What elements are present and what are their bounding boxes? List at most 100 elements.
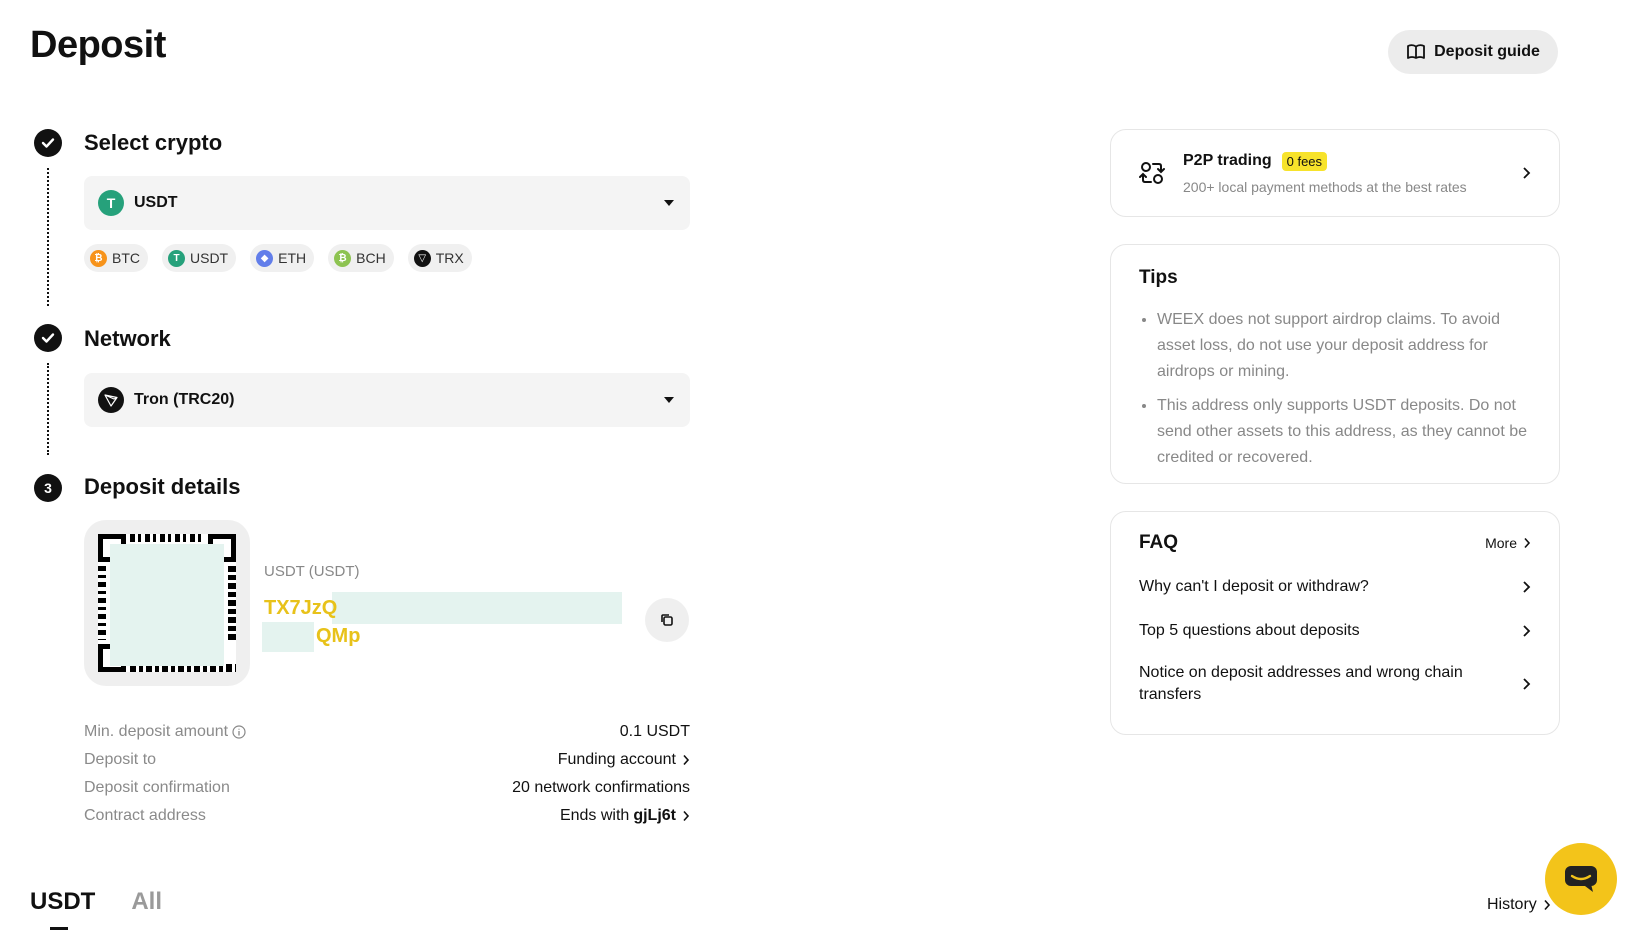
p2p-trading-card[interactable]: P2P trading 0 fees 200+ local payment me… bbox=[1110, 129, 1560, 217]
chip-bch[interactable]: ₿ BCH bbox=[328, 244, 394, 272]
chip-label: TRX bbox=[435, 250, 464, 266]
page-title: Deposit bbox=[30, 24, 166, 66]
bch-logo-icon: ₿ bbox=[334, 249, 352, 267]
tips-title: Tips bbox=[1139, 267, 1178, 288]
info-value: 0.1 USDT bbox=[619, 723, 690, 740]
tip-item: WEEX does not support airdrop claims. To… bbox=[1157, 307, 1531, 385]
tab-all[interactable]: All bbox=[131, 888, 162, 916]
chip-eth[interactable]: ◆ ETH bbox=[250, 244, 315, 272]
p2p-title: P2P trading bbox=[1183, 152, 1272, 169]
eth-logo-icon: ◆ bbox=[256, 249, 274, 267]
chip-usdt[interactable]: T USDT bbox=[162, 244, 237, 272]
deposit-address-line1: TX7JzQ bbox=[264, 597, 338, 619]
step-2-check-icon bbox=[34, 324, 62, 352]
qr-redaction bbox=[110, 544, 224, 666]
trx-logo-icon: ▽ bbox=[413, 249, 431, 267]
chevron-right-icon bbox=[1522, 677, 1531, 691]
deposit-guide-button[interactable]: Deposit guide bbox=[1388, 30, 1558, 74]
info-row-min-deposit: Min. deposit amount 0.1 USDT bbox=[84, 721, 690, 743]
chevron-right-icon bbox=[682, 754, 690, 766]
history-label: History bbox=[1487, 896, 1537, 913]
info-key: Deposit confirmation bbox=[84, 779, 230, 796]
book-open-icon bbox=[1406, 43, 1426, 61]
info-value-prefix: Ends with bbox=[559, 807, 630, 824]
copy-address-button[interactable] bbox=[645, 598, 689, 642]
deposit-guide-label: Deposit guide bbox=[1434, 43, 1540, 60]
history-tabs: USDT All bbox=[30, 888, 162, 930]
address-redaction bbox=[332, 592, 622, 624]
info-circle-icon[interactable] bbox=[232, 725, 246, 739]
tip-item: This address only supports USDT deposits… bbox=[1157, 393, 1531, 471]
qr-module-strip bbox=[98, 566, 106, 640]
support-chat-button[interactable] bbox=[1545, 843, 1617, 915]
deposit-address[interactable]: TX7JzQ QMp bbox=[264, 594, 360, 650]
network-select-value: Tron (TRC20) bbox=[134, 391, 235, 408]
usdt-logo-icon: T bbox=[168, 249, 185, 267]
info-row-confirmation: Deposit confirmation 20 network confirma… bbox=[84, 777, 690, 799]
tab-usdt[interactable]: USDT bbox=[30, 888, 95, 930]
deposit-to-link[interactable]: Funding account bbox=[558, 751, 690, 769]
usdt-logo-icon: T bbox=[98, 190, 124, 216]
chevron-right-icon bbox=[1522, 624, 1531, 638]
crypto-select-value: USDT bbox=[134, 194, 178, 211]
faq-item[interactable]: Top 5 questions about deposits bbox=[1139, 620, 1531, 642]
chip-label: USDT bbox=[190, 250, 229, 266]
chevron-right-icon bbox=[1543, 899, 1551, 911]
faq-card: FAQ More Why can't I deposit or withdraw… bbox=[1110, 511, 1560, 735]
qr-module-strip bbox=[130, 534, 204, 542]
tips-card: Tips WEEX does not support airdrop claim… bbox=[1110, 244, 1560, 484]
contract-address-link[interactable]: Ends with gjLj6t bbox=[560, 807, 690, 825]
quick-coin-chips: ₿ BTC T USDT ◆ ETH ₿ BCH ▽ TRX bbox=[84, 244, 472, 272]
chip-label: BTC bbox=[112, 250, 140, 266]
chat-icon bbox=[1563, 864, 1599, 894]
chip-label: ETH bbox=[278, 250, 307, 266]
deposit-qr-code bbox=[98, 534, 236, 672]
step-connector bbox=[47, 168, 49, 306]
p2p-exchange-icon bbox=[1139, 160, 1165, 186]
info-value: Funding account bbox=[557, 751, 676, 768]
crypto-select[interactable]: T USDT bbox=[84, 176, 690, 230]
step-connector bbox=[47, 363, 49, 455]
step-network-label: Network bbox=[84, 326, 171, 351]
faq-item[interactable]: Why can't I deposit or withdraw? bbox=[1139, 576, 1531, 598]
chip-label: BCH bbox=[356, 250, 386, 266]
faq-item[interactable]: Notice on deposit addresses and wrong ch… bbox=[1139, 662, 1531, 706]
chevron-right-icon bbox=[1522, 580, 1531, 594]
tips-list: WEEX does not support airdrop claims. To… bbox=[1139, 307, 1531, 471]
chip-trx[interactable]: ▽ TRX bbox=[407, 244, 472, 272]
info-value: 20 network confirmations bbox=[512, 779, 690, 796]
caret-down-icon bbox=[664, 397, 674, 403]
history-link[interactable]: History bbox=[1487, 896, 1551, 914]
step-3-number: 3 bbox=[34, 474, 62, 502]
step-select-crypto-label: Select crypto bbox=[84, 130, 223, 155]
network-select[interactable]: Tron (TRC20) bbox=[84, 373, 690, 427]
faq-more-link[interactable]: More bbox=[1485, 535, 1531, 551]
address-coin-label: USDT (USDT) bbox=[264, 563, 360, 580]
more-label: More bbox=[1485, 535, 1517, 551]
faq-title: FAQ bbox=[1139, 532, 1179, 553]
step-deposit-details-label: Deposit details bbox=[84, 474, 241, 499]
deposit-address-line2: QMp bbox=[316, 625, 361, 647]
faq-question: Why can't I deposit or withdraw? bbox=[1139, 578, 1369, 595]
info-key: Contract address bbox=[84, 807, 206, 824]
step-1-check-icon bbox=[34, 129, 62, 157]
faq-question: Top 5 questions about deposits bbox=[1139, 622, 1360, 639]
qr-module-strip bbox=[228, 566, 236, 640]
info-row-contract-address: Contract address Ends with gjLj6t bbox=[84, 805, 690, 827]
info-key: Min. deposit amount bbox=[84, 723, 229, 740]
caret-down-icon bbox=[664, 200, 674, 206]
info-key: Deposit to bbox=[84, 751, 157, 768]
zero-fees-badge: 0 fees bbox=[1281, 151, 1328, 171]
chip-btc[interactable]: ₿ BTC bbox=[84, 244, 148, 272]
p2p-subtitle: 200+ local payment methods at the best r… bbox=[1183, 178, 1467, 195]
faq-question: Notice on deposit addresses and wrong ch… bbox=[1139, 664, 1463, 703]
info-row-deposit-to: Deposit to Funding account bbox=[84, 749, 690, 771]
info-value-bold: gjLj6t bbox=[633, 807, 676, 824]
chevron-right-icon bbox=[682, 810, 690, 822]
tron-logo-icon bbox=[98, 387, 124, 413]
qr-code-card bbox=[84, 520, 250, 686]
chevron-right-icon bbox=[1523, 537, 1531, 549]
btc-logo-icon: ₿ bbox=[90, 249, 107, 267]
copy-icon bbox=[659, 612, 675, 628]
chevron-right-icon bbox=[1522, 166, 1531, 180]
